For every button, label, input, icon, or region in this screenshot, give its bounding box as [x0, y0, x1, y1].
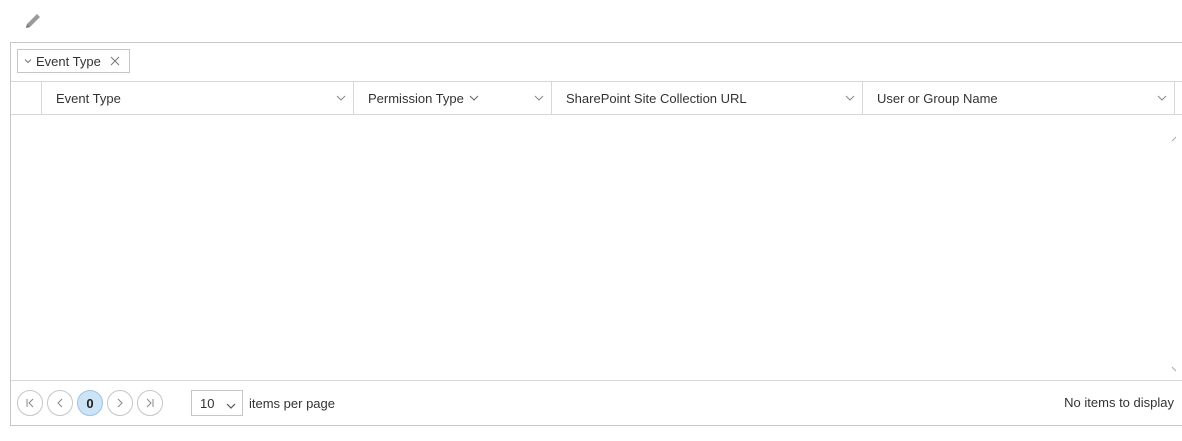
scroll-up-icon[interactable] [1170, 131, 1180, 142]
first-page-button[interactable] [17, 390, 43, 416]
chevron-down-icon[interactable] [533, 92, 545, 104]
page-size-value: 10 [200, 395, 215, 411]
chevron-down-icon [226, 399, 236, 409]
column-header-user-group[interactable]: User or Group Name [863, 82, 1175, 114]
chevron-down-icon[interactable] [335, 92, 347, 104]
current-page-number: 0 [86, 395, 94, 411]
last-page-icon [146, 398, 154, 408]
chevron-down-icon[interactable] [844, 92, 856, 104]
chevron-down-icon[interactable] [22, 55, 34, 67]
page-size-dropdown[interactable]: 10 [191, 390, 243, 416]
chevron-left-icon [57, 398, 63, 408]
last-page-button[interactable] [137, 390, 163, 416]
column-header-label: Permission Type [368, 90, 464, 106]
sort-chevron-icon[interactable] [468, 92, 480, 104]
group-panel: Event Type [11, 43, 1182, 82]
group-indent-cell [11, 82, 42, 114]
grid-body [11, 115, 1182, 381]
column-header-permission-type[interactable]: Permission Type [354, 82, 552, 114]
items-per-page-label: items per page [249, 395, 335, 411]
pager: 0 10 items per page No items to display [11, 380, 1182, 425]
data-grid: Event Type Event Type Permission Type Sh… [10, 42, 1182, 426]
current-page-button[interactable]: 0 [77, 390, 103, 416]
column-header-sharepoint-url[interactable]: SharePoint Site Collection URL [552, 82, 863, 114]
group-chip-label: Event Type [36, 53, 101, 69]
pencil-icon[interactable] [22, 10, 44, 32]
scroll-down-icon[interactable] [1170, 361, 1180, 372]
chevron-down-icon[interactable] [1156, 92, 1168, 104]
pager-status: No items to display [1064, 395, 1174, 410]
close-icon[interactable] [109, 55, 121, 67]
group-chip-event-type[interactable]: Event Type [17, 49, 130, 73]
prev-page-button[interactable] [47, 390, 73, 416]
column-header-label: User or Group Name [877, 90, 998, 106]
chevron-right-icon [117, 398, 123, 408]
column-header-event-type[interactable]: Event Type [42, 82, 354, 114]
first-page-icon [26, 398, 34, 408]
column-header-label: SharePoint Site Collection URL [566, 90, 747, 106]
next-page-button[interactable] [107, 390, 133, 416]
grid-header: Event Type Permission Type SharePoint Si… [11, 82, 1182, 115]
column-header-label: Event Type [56, 90, 121, 106]
